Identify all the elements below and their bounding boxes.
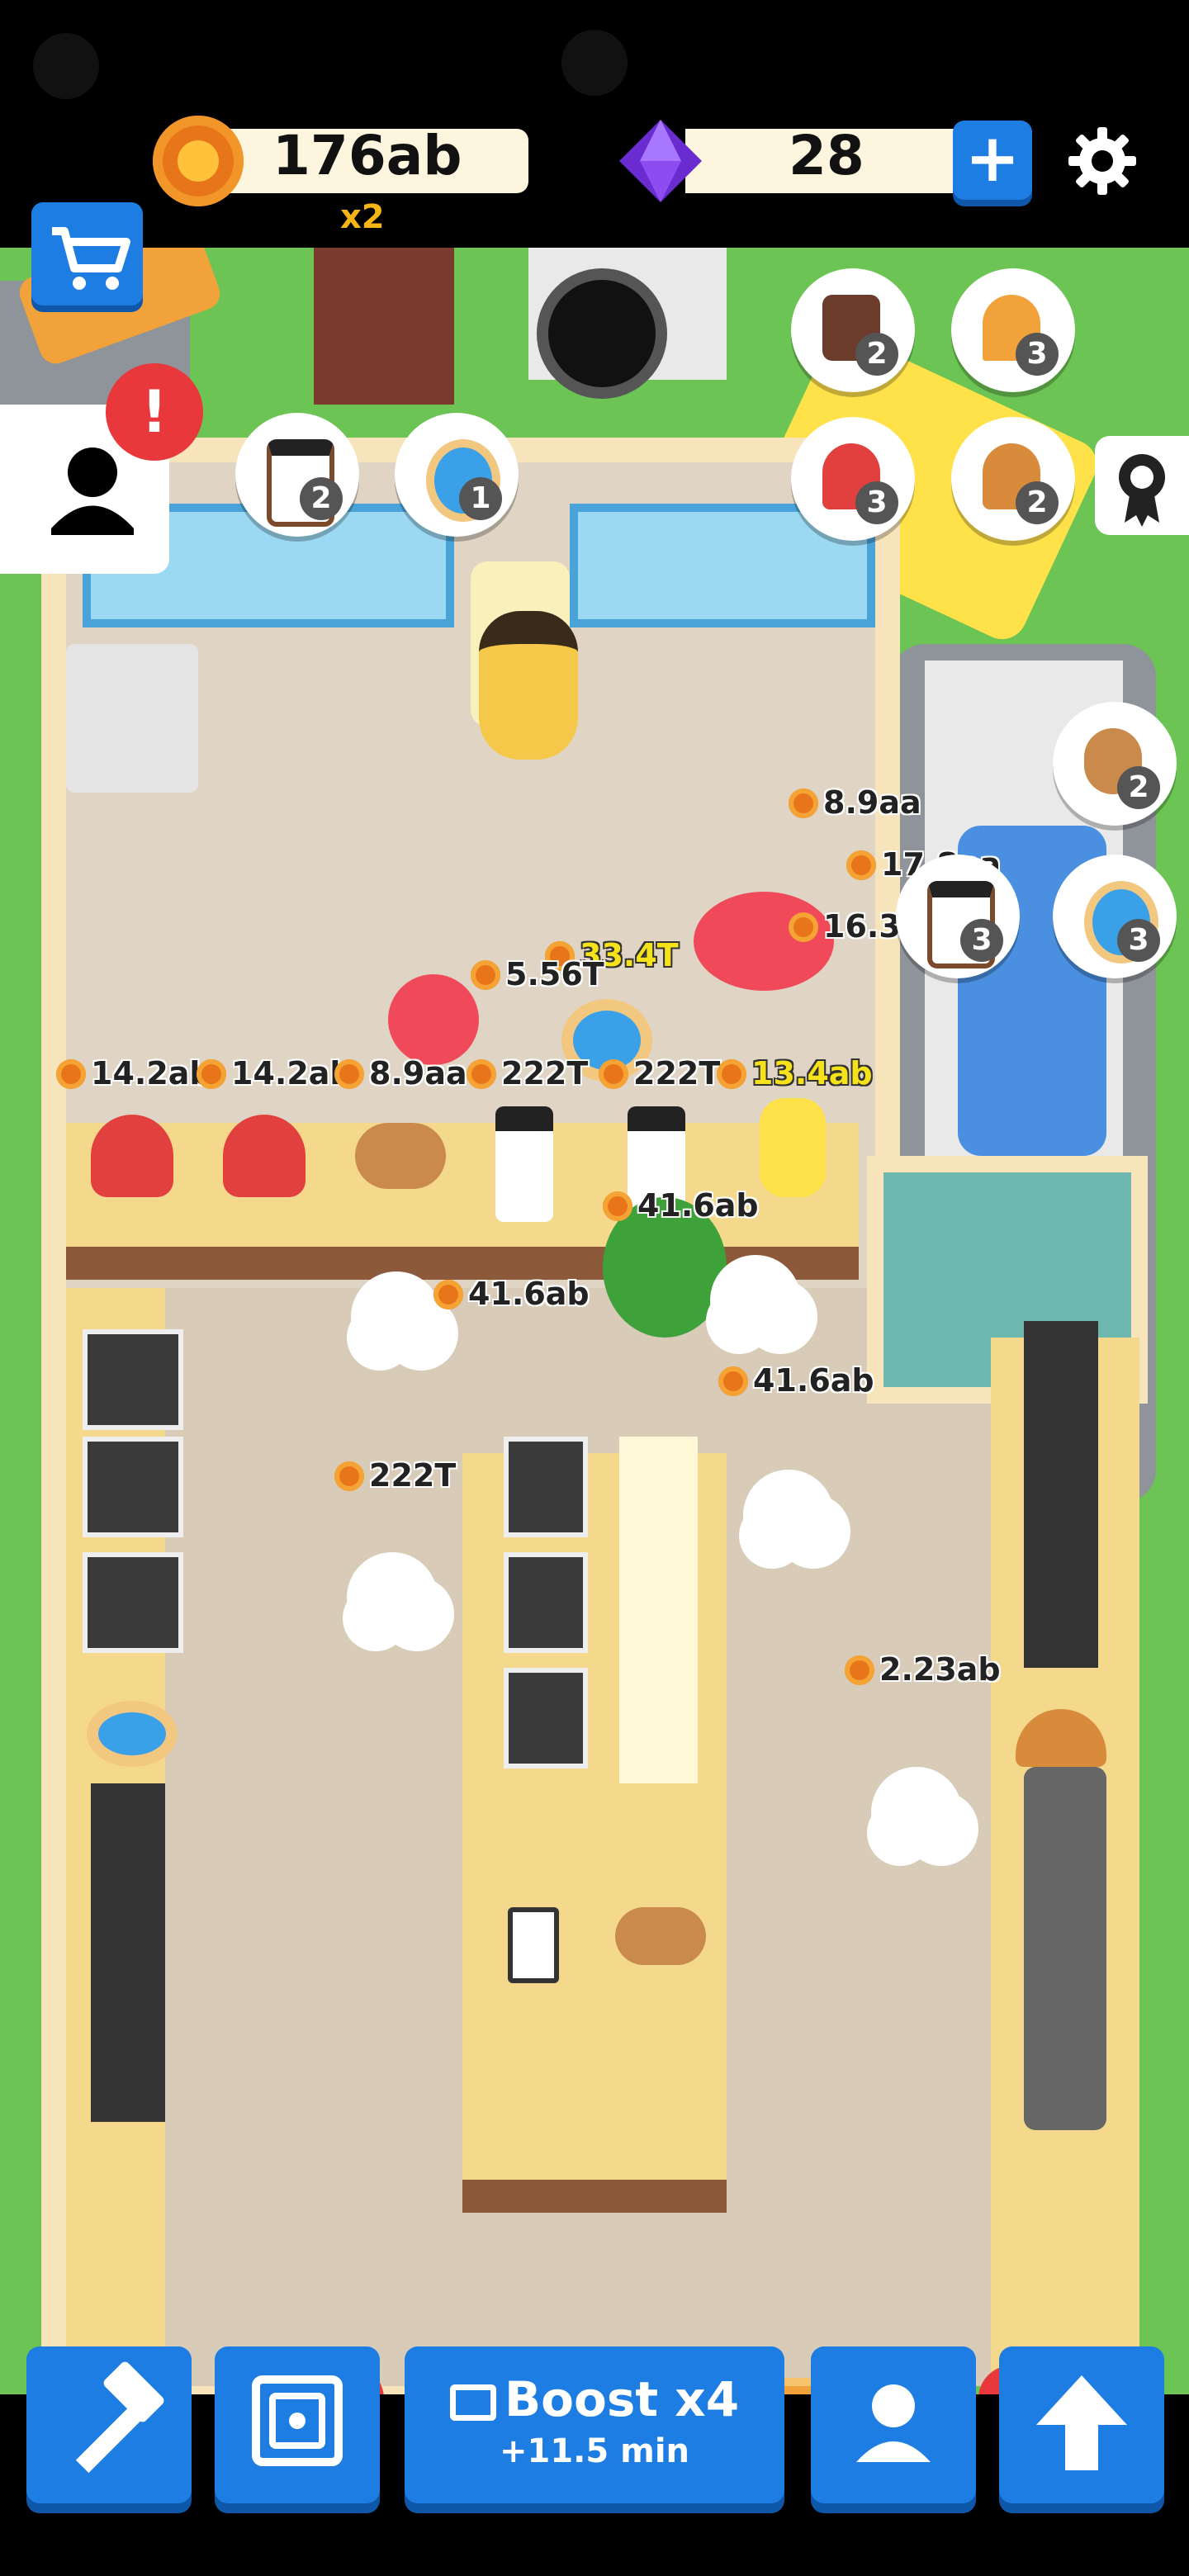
- achievements-button[interactable]: [1095, 436, 1189, 535]
- gem-icon: [619, 120, 702, 202]
- price-tag: 2.23ab: [845, 1651, 1001, 1688]
- price-tag: 5.56T: [471, 956, 604, 992]
- vault-button[interactable]: [215, 2346, 380, 2503]
- serving-counter: [66, 1123, 859, 1247]
- island-front: [462, 2180, 727, 2213]
- price-tag: 8.9aa: [334, 1055, 467, 1091]
- oven[interactable]: [83, 1552, 183, 1653]
- build-button[interactable]: [26, 2346, 192, 2503]
- sundae-icon: [760, 1098, 826, 1197]
- order-bubble-cookie[interactable]: 2: [1053, 702, 1177, 826]
- upgrade-button[interactable]: [999, 2346, 1164, 2503]
- price-tag: 41.6ab: [603, 1187, 759, 1224]
- chef-character[interactable]: [710, 1255, 801, 1346]
- muffin-icon: [91, 1115, 173, 1197]
- coin-multiplier: x2: [340, 198, 385, 236]
- price-tag: 8.9aa: [789, 784, 921, 821]
- price-tag: 222T: [334, 1457, 456, 1494]
- order-bubble-muffin[interactable]: 3: [791, 417, 915, 541]
- award-ribbon-icon: [1119, 454, 1165, 527]
- price-tag: 41.6ab: [433, 1276, 590, 1312]
- pipe-hole: [537, 268, 667, 399]
- camera-cutout-left: [33, 33, 99, 99]
- customer-character[interactable]: [388, 974, 479, 1065]
- person-icon: [856, 2384, 931, 2462]
- safe-icon: [252, 2375, 343, 2466]
- plus-icon: +: [964, 120, 1021, 197]
- price-tag: 222T: [467, 1055, 588, 1091]
- order-bubble-coffee[interactable]: 2: [235, 413, 359, 537]
- alert-badge[interactable]: !: [106, 363, 203, 461]
- donut-fryer[interactable]: [91, 1783, 165, 2122]
- coffee-machine[interactable]: [504, 1437, 588, 1537]
- trash-bin: [66, 644, 198, 793]
- chef-character[interactable]: [347, 1552, 438, 1643]
- cookie-icon: [355, 1123, 446, 1189]
- tree-trunk: [314, 248, 454, 405]
- price-tag: 13.4ab: [717, 1055, 873, 1091]
- order-bubble-milkshake[interactable]: 2: [791, 268, 915, 392]
- settings-button[interactable]: [1065, 124, 1139, 198]
- order-bubble-croissant[interactable]: 2: [951, 417, 1075, 541]
- customer-character[interactable]: [479, 611, 578, 760]
- add-gems-button[interactable]: +: [953, 121, 1032, 200]
- order-bubble-donut[interactable]: 1: [395, 413, 519, 537]
- game-world[interactable]: ↑ ↑: [0, 248, 1189, 2394]
- shopping-cart-icon: [52, 227, 130, 290]
- order-bubble-coffee[interactable]: 3: [896, 855, 1020, 978]
- coffee-machine[interactable]: [504, 1668, 588, 1769]
- price-tag: 41.6ab: [718, 1362, 874, 1399]
- hammer-icon: [75, 2361, 164, 2474]
- chef-character[interactable]: [871, 1767, 962, 1858]
- up-arrow-icon: [1036, 2375, 1127, 2470]
- order-bubble-icecream[interactable]: 3: [951, 268, 1075, 392]
- icecream-freezer[interactable]: [1024, 1321, 1098, 1668]
- price-tag: 222T: [599, 1055, 720, 1091]
- shop-button[interactable]: [31, 202, 143, 305]
- staff-button[interactable]: [811, 2346, 976, 2503]
- oven[interactable]: [83, 1329, 183, 1430]
- gem-balance: 28: [789, 124, 865, 187]
- camera-cutout-right: [561, 30, 628, 96]
- donut-icon: [87, 1701, 178, 1767]
- coffee-cup-icon: [508, 1907, 559, 1983]
- chef-character[interactable]: [743, 1470, 834, 1560]
- price-tag: 14.2ab: [197, 1055, 353, 1091]
- boost-title: Boost x4: [504, 2371, 740, 2427]
- price-tag: 14.2ab: [56, 1055, 212, 1091]
- boost-duration: +11.5 min: [500, 2432, 689, 2470]
- gear-icon: [1068, 127, 1136, 195]
- milkshake-machines[interactable]: [1024, 1767, 1106, 2130]
- cookie-icon: [615, 1907, 706, 1965]
- pastry-tray[interactable]: [619, 1437, 698, 1783]
- muffin-icon: [223, 1115, 306, 1197]
- boost-button[interactable]: Boost x4 +11.5 min: [405, 2346, 784, 2503]
- ticket-icon: [449, 2384, 496, 2421]
- coffee-machine[interactable]: [504, 1552, 588, 1653]
- order-bubble-donut[interactable]: 3: [1053, 855, 1177, 978]
- coin-icon: [153, 116, 244, 206]
- oven[interactable]: [83, 1437, 183, 1537]
- coin-balance: 176ab: [272, 124, 462, 187]
- coffee-cup-icon: [495, 1106, 553, 1222]
- chef-character[interactable]: [351, 1271, 442, 1362]
